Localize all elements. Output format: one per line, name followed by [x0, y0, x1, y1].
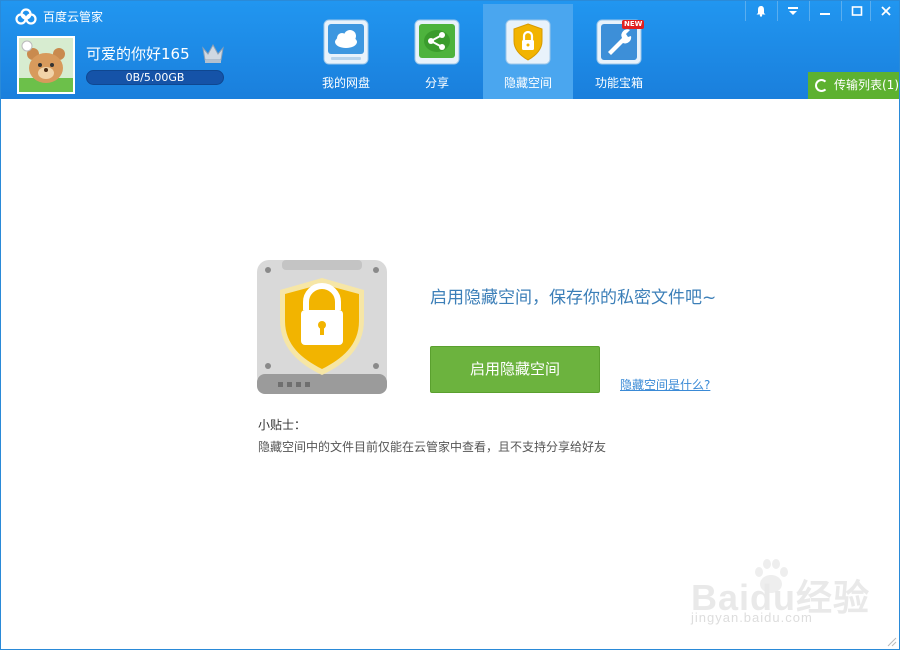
storage-quota-text: 0B/5.00GB	[125, 71, 185, 84]
resize-grip-icon[interactable]	[885, 635, 897, 647]
menu-dropdown-button[interactable]	[777, 1, 807, 21]
tab-my-drive[interactable]: 我的网盘	[301, 4, 391, 99]
hidden-space-safe-icon	[257, 260, 387, 394]
bear-avatar-icon	[19, 38, 73, 92]
tab-toolbox[interactable]: NEW 功能宝箱	[574, 4, 664, 99]
tips-text: 隐藏空间中的文件目前仅能在云管家中查看，且不支持分享给好友	[258, 440, 607, 454]
close-button[interactable]	[870, 1, 900, 21]
transfer-list-label: 传输列表(1)	[834, 78, 899, 92]
notification-bell-icon	[756, 6, 765, 17]
tab-label: 隐藏空间	[503, 76, 552, 90]
hidden-space-lock-icon	[505, 19, 551, 65]
notification-button[interactable]	[745, 1, 775, 21]
watermark-url: jingyan.baidu.com	[691, 610, 813, 625]
hidden-space-headline: 启用隐藏空间，保存你的私密文件吧~	[430, 288, 717, 308]
minimize-icon	[819, 13, 830, 15]
enable-hidden-space-button[interactable]: 启用隐藏空间	[430, 346, 600, 393]
close-icon	[880, 6, 891, 16]
tab-share[interactable]: 分享	[392, 4, 482, 99]
minimize-button[interactable]	[809, 1, 839, 21]
header-bar: 百度云管家 可爱的你好165 0B/5.00GB 我的网盘 分享 隐藏空间 NE…	[1, 1, 899, 99]
baidu-cloud-logo-icon	[15, 8, 37, 25]
storage-quota-bar: 0B/5.00GB	[86, 70, 224, 85]
tab-label: 功能宝箱	[594, 76, 643, 90]
tab-hidden-space[interactable]: 隐藏空间	[483, 4, 573, 99]
app-window: 百度云管家 可爱的你好165 0B/5.00GB 我的网盘 分享 隐藏空间 NE…	[0, 0, 900, 650]
what-is-hidden-space-link[interactable]: 隐藏空间是什么?	[620, 376, 710, 393]
maximize-icon	[851, 6, 862, 16]
menu-dropdown-icon	[787, 7, 798, 15]
share-icon	[414, 19, 460, 65]
app-title: 百度云管家	[43, 10, 104, 24]
tips-title: 小贴士：	[258, 418, 307, 432]
maximize-button[interactable]	[841, 1, 871, 21]
transfer-list-button[interactable]: 传输列表(1)	[808, 72, 899, 99]
cloud-drive-icon	[323, 19, 369, 65]
vip-crown-icon[interactable]	[201, 42, 225, 64]
username[interactable]: 可爱的你好165	[86, 43, 190, 64]
tab-label: 我的网盘	[321, 76, 370, 90]
avatar[interactable]	[17, 36, 75, 94]
transfer-progress-icon	[815, 79, 828, 92]
new-badge: NEW	[622, 20, 645, 29]
tab-label: 分享	[424, 76, 449, 90]
